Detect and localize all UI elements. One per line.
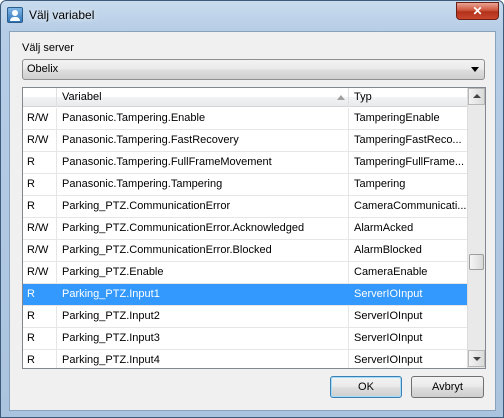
cell-access: R: [23, 174, 57, 195]
cell-access: R: [23, 196, 57, 217]
cell-access: R/W: [23, 240, 57, 261]
cell-type: CameraEnable: [354, 266, 428, 278]
cell-access: R: [23, 284, 57, 305]
table-row[interactable]: R/W Panasonic.Tampering.FastRecovery Tampe…: [23, 130, 467, 152]
table-header: Variabel Typ: [23, 88, 467, 107]
cell-type: ServerIOInput: [354, 310, 423, 322]
cell-access: R: [23, 328, 57, 349]
sort-ascending-icon: [337, 95, 345, 100]
cell-type: TamperingFullFrame...: [354, 156, 465, 168]
cell-type: Tampering: [354, 178, 406, 190]
cell-type: TamperingEnable: [354, 112, 440, 124]
cell-type: ServerIOInput: [354, 354, 423, 366]
cell-variable: Panasonic.Tampering.FastRecovery: [57, 130, 349, 151]
cell-access: R: [23, 152, 57, 173]
chevron-down-icon: [471, 67, 479, 72]
cell-variable: Parking_PTZ.Input4: [57, 350, 349, 368]
column-header-type[interactable]: Typ: [349, 88, 467, 107]
cell-variable: Panasonic.Tampering.FullFrameMovement: [57, 152, 349, 173]
cell-variable: Parking_PTZ.CommunicationError.Acknowled…: [57, 218, 349, 239]
cell-variable: Parking_PTZ.Input3: [57, 328, 349, 349]
close-button[interactable]: ✕: [456, 2, 499, 20]
dialog-window: Välj variabel ✕ Välj server Obelix Varia…: [0, 0, 504, 418]
column-header-access[interactable]: [23, 88, 57, 107]
variable-table: Variabel Typ R/W Panasonic.Tampering.Enab…: [22, 87, 486, 369]
table-row[interactable]: R Parking_PTZ.CommunicationError CameraCom…: [23, 196, 467, 218]
table-row[interactable]: R Parking_PTZ.Input1 ServerIOInput: [23, 284, 467, 306]
cell-type: AlarmAcked: [354, 222, 414, 234]
table-row[interactable]: R Parking_PTZ.Input2 ServerIOInput: [23, 306, 467, 328]
table-body: R/W Panasonic.Tampering.Enable TamperingEn…: [23, 108, 467, 368]
server-selected-value: Obelix: [27, 63, 59, 75]
column-header-variable[interactable]: Variabel: [57, 88, 349, 107]
table-row[interactable]: R Panasonic.Tampering.Tampering Tampering: [23, 174, 467, 196]
scroll-down-button[interactable]: [468, 350, 485, 367]
server-label: Välj server: [22, 42, 74, 54]
scrollbar-thumb[interactable]: [469, 254, 484, 270]
cell-type: AlarmBlocked: [354, 244, 422, 256]
cell-access: R/W: [23, 130, 57, 151]
cell-access: R/W: [23, 218, 57, 239]
cell-variable: Parking_PTZ.Input2: [57, 306, 349, 327]
scroll-up-button[interactable]: [468, 88, 485, 105]
cell-access: R/W: [23, 262, 57, 283]
table-row[interactable]: R Panasonic.Tampering.FullFrameMovement Ta…: [23, 152, 467, 174]
cell-access: R: [23, 306, 57, 327]
cell-type: ServerIOInput: [354, 332, 423, 344]
cell-type: TamperingFastReco...: [354, 134, 462, 146]
table-row[interactable]: R/W Parking_PTZ.Enable CameraEnable: [23, 262, 467, 284]
cell-access: R/W: [23, 108, 57, 129]
cell-variable: Panasonic.Tampering.Tampering: [57, 174, 349, 195]
server-select[interactable]: Obelix: [22, 59, 485, 80]
dialog-body: Välj server Obelix Variabel Typ R/W Panas…: [9, 31, 496, 411]
cell-variable: Parking_PTZ.Enable: [57, 262, 349, 283]
cell-type: ServerIOInput: [354, 288, 423, 300]
cell-type: CameraCommunicati...: [354, 200, 467, 212]
table-row[interactable]: R/W Panasonic.Tampering.Enable TamperingEn…: [23, 108, 467, 130]
cell-variable: Parking_PTZ.Input1: [57, 284, 349, 305]
table-row[interactable]: R/W Parking_PTZ.CommunicationError.Blocke…: [23, 240, 467, 262]
ok-button[interactable]: OK: [330, 376, 402, 398]
table-row[interactable]: R Parking_PTZ.Input3 ServerIOInput: [23, 328, 467, 350]
cell-variable: Panasonic.Tampering.Enable: [57, 108, 349, 129]
app-user-icon: [7, 7, 23, 23]
vertical-scrollbar[interactable]: [467, 88, 485, 368]
cell-variable: Parking_PTZ.CommunicationError: [57, 196, 349, 217]
window-title: Välj variabel: [29, 8, 95, 22]
table-row[interactable]: R/W Parking_PTZ.CommunicationError.Acknow…: [23, 218, 467, 240]
cancel-button[interactable]: Avbryt: [411, 376, 484, 398]
table-row[interactable]: R Parking_PTZ.Input4 ServerIOInput: [23, 350, 467, 368]
cell-variable: Parking_PTZ.CommunicationError.Blocked: [57, 240, 349, 261]
title-bar[interactable]: Välj variabel ✕: [1, 1, 503, 29]
cell-access: R: [23, 350, 57, 368]
